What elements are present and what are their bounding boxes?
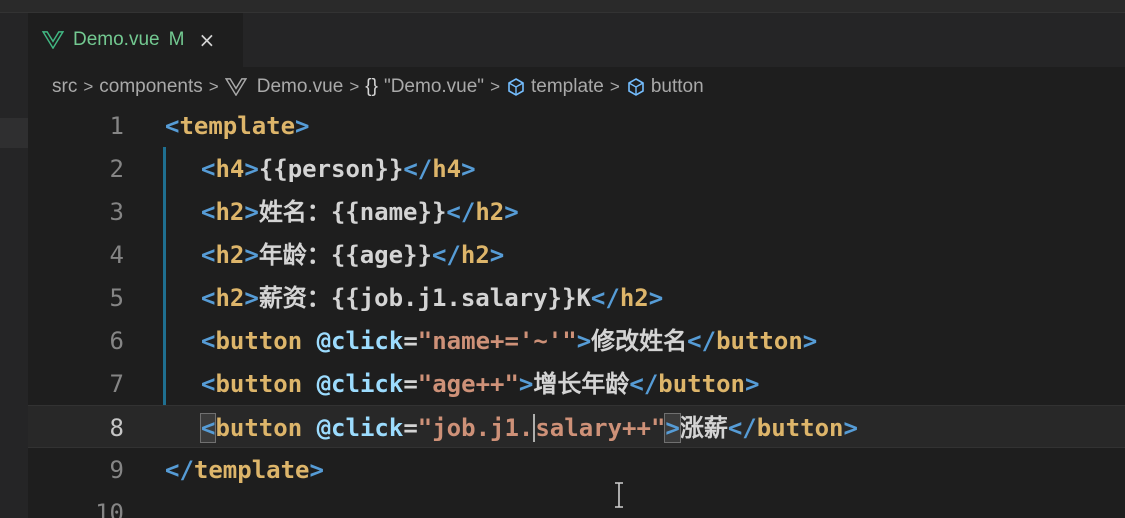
cube-icon <box>628 78 644 96</box>
activity-bar-highlight[interactable] <box>0 118 28 148</box>
code-line[interactable]: 10 <box>28 491 1125 518</box>
bracket-match: < <box>199 413 217 443</box>
line-content: <h2>薪资：{{job.j1.salary}}K</h2> <box>201 284 664 312</box>
tag-name: template <box>193 456 310 484</box>
line-number: 5 <box>109 284 124 312</box>
breadcrumb-module[interactable]: "Demo.vue" <box>384 76 484 98</box>
code-line[interactable]: 5 <h2>薪资：{{job.j1.salary}}K</h2> <box>28 276 1125 319</box>
modified-badge: M <box>168 29 185 50</box>
text-content: 薪资： <box>258 284 331 312</box>
vue-icon <box>42 31 64 49</box>
line-content: </template> <box>165 456 324 484</box>
line-content: <template> <box>165 112 310 140</box>
tag-name: template <box>179 112 296 140</box>
line-content: <h2>年龄：{{age}}</h2> <box>201 241 505 269</box>
tag-name: button <box>215 414 303 442</box>
tag-name: h2 <box>215 284 245 312</box>
attribute-value: "name+='~'" <box>417 327 577 355</box>
chevron-right-icon: > <box>609 77 620 96</box>
attribute-name: @click <box>316 414 404 442</box>
tag-name: button <box>716 327 803 355</box>
attribute-value: salary++" <box>535 414 666 442</box>
code-line[interactable]: 6 <button @click="name+='~'">修改姓名</butto… <box>28 319 1125 362</box>
tag-name: h4 <box>215 155 245 183</box>
chevron-right-icon: > <box>83 77 94 96</box>
line-number: 4 <box>109 241 124 269</box>
line-number: 8 <box>109 414 124 442</box>
line-number: 1 <box>109 112 124 140</box>
code-editor[interactable]: 1 <template> 2 <h4>{{person}}</h4> 3 <h2… <box>28 104 1125 518</box>
breadcrumb-file[interactable]: Demo.vue <box>257 76 344 98</box>
line-content: <button @click="name+='~'">修改姓名</button> <box>201 327 818 355</box>
text-content: 修改姓名 <box>591 327 688 355</box>
title-bar <box>0 0 1125 13</box>
activity-bar <box>0 13 28 518</box>
breadcrumb-template[interactable]: template <box>531 76 604 98</box>
code-line-current[interactable]: 8 <button @click="job.j1.salary++">涨薪</b… <box>28 405 1125 448</box>
line-number: 9 <box>109 456 124 484</box>
attribute-name: @click <box>316 327 404 355</box>
line-content: <h4>{{person}}</h4> <box>201 155 476 183</box>
tag-name: h2 <box>460 241 490 269</box>
chevron-right-icon: > <box>208 77 219 96</box>
line-content: <button @click="age++">增长年龄</button> <box>201 370 760 398</box>
text-content: 姓名： <box>258 198 331 226</box>
interpolation: {{age}} <box>330 241 432 269</box>
vue-icon <box>224 78 247 96</box>
code-line[interactable]: 9 </template> <box>28 448 1125 491</box>
tag-name: h2 <box>215 241 245 269</box>
vscode-window: Demo.vue M × src > components > Demo.vue… <box>0 0 1125 518</box>
line-number: 2 <box>109 155 124 183</box>
code-line[interactable]: 1 <template> <box>28 104 1125 147</box>
text-content: 年龄： <box>258 241 331 269</box>
tag-name: h2 <box>619 284 649 312</box>
chevron-right-icon: > <box>349 77 360 96</box>
line-number: 3 <box>109 198 124 226</box>
braces-icon: {} <box>365 76 378 97</box>
attribute-value: "job.j1. <box>417 414 534 442</box>
line-content: <button @click="job.j1.salary++">涨薪</but… <box>199 413 858 443</box>
tag-name: button <box>215 327 303 355</box>
tag-name: button <box>756 414 844 442</box>
breadcrumb-button[interactable]: button <box>651 76 704 98</box>
text-content: 增长年龄 <box>533 370 630 398</box>
code-line[interactable]: 3 <h2>姓名：{{name}}</h2> <box>28 190 1125 233</box>
line-number: 6 <box>109 327 124 355</box>
code-line[interactable]: 2 <h4>{{person}}</h4> <box>28 147 1125 190</box>
line-number: 7 <box>109 370 124 398</box>
tag-name: h4 <box>432 155 462 183</box>
attribute-value: "age++" <box>417 370 519 398</box>
interpolation: {{job.j1.salary}} <box>330 284 577 312</box>
text-content: 涨薪 <box>679 414 728 442</box>
breadcrumb: src > components > Demo.vue > {} "Demo.v… <box>52 72 704 102</box>
code-line[interactable]: 4 <h2>年龄：{{age}}</h2> <box>28 233 1125 276</box>
text-content: K <box>576 284 591 312</box>
tag-name: button <box>215 370 303 398</box>
tab-demo-vue[interactable]: Demo.vue M × <box>28 13 243 67</box>
tab-label: Demo.vue <box>73 29 160 50</box>
breadcrumb-components[interactable]: components <box>99 76 203 98</box>
tag-name: h2 <box>215 198 245 226</box>
line-content: <h2>姓名：{{name}}</h2> <box>201 198 519 226</box>
tag-name: h2 <box>475 198 505 226</box>
attribute-name: @click <box>316 370 404 398</box>
bracket-match: > <box>664 413 681 443</box>
chevron-right-icon: > <box>490 77 500 96</box>
breadcrumb-src[interactable]: src <box>52 76 77 98</box>
line-number: 10 <box>95 499 124 518</box>
ibeam-cursor-icon <box>615 482 623 508</box>
tag-name: button <box>658 370 745 398</box>
interpolation: {{name}} <box>330 198 447 226</box>
close-icon[interactable]: × <box>198 28 215 52</box>
tab-bar: Demo.vue M × <box>28 13 1125 67</box>
cube-icon <box>508 78 524 96</box>
interpolation: {{person}} <box>258 155 404 183</box>
code-line[interactable]: 7 <button @click="age++">增长年龄</button> <box>28 362 1125 405</box>
